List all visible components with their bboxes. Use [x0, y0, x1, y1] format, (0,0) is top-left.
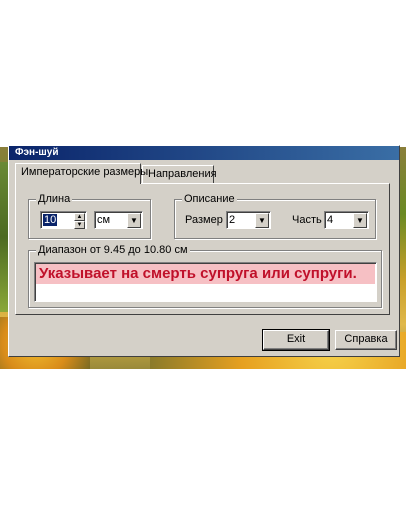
length-group: Длина 10 ▲ ▼ см ▼ [28, 193, 151, 239]
tab-panel: Длина 10 ▲ ▼ см ▼ Описание Размер 2 ▼ Ча… [15, 183, 390, 315]
spin-up-icon[interactable]: ▲ [74, 213, 85, 221]
meaning-memo[interactable]: Указывает на смерть супруга или супруги. [34, 262, 377, 302]
spin-down-icon[interactable]: ▼ [74, 221, 85, 229]
description-group: Описание Размер 2 ▼ Часть 4 ▼ [174, 193, 376, 239]
tab-imperial-sizes[interactable]: Императорские размеры [15, 163, 148, 184]
size-value: 2 [229, 214, 236, 226]
part-label: Часть [292, 214, 322, 226]
size-select[interactable]: 2 ▼ [226, 211, 271, 229]
size-label: Размер [185, 214, 223, 226]
length-spinner: ▲ ▼ [74, 213, 85, 229]
exit-button[interactable]: Exit [262, 329, 330, 351]
length-value[interactable]: 10 [43, 214, 58, 226]
app-window: Фэн-шуй Императорские размеры Направлени… [8, 145, 400, 357]
unit-select[interactable]: см ▼ [94, 211, 143, 229]
length-spin-field[interactable]: 10 ▲ ▼ [40, 211, 87, 229]
description-legend: Описание [182, 193, 237, 205]
chevron-down-icon[interactable]: ▼ [127, 213, 141, 228]
unit-value: см [97, 214, 111, 226]
part-value: 4 [327, 214, 334, 226]
chevron-down-icon[interactable]: ▼ [353, 213, 367, 228]
range-legend: Диапазон от 9.45 до 10.80 см [36, 244, 190, 256]
meaning-text: Указывает на смерть супруга или супруги. [36, 264, 375, 284]
tab-directions[interactable]: Направления [142, 165, 217, 183]
window-title[interactable]: Фэн-шуй [9, 146, 399, 160]
help-button[interactable]: Справка [335, 330, 397, 350]
length-legend: Длина [36, 193, 73, 205]
range-group: Диапазон от 9.45 до 10.80 см Указывает н… [28, 244, 382, 308]
part-select[interactable]: 4 ▼ [324, 211, 369, 229]
chevron-down-icon[interactable]: ▼ [255, 213, 269, 228]
